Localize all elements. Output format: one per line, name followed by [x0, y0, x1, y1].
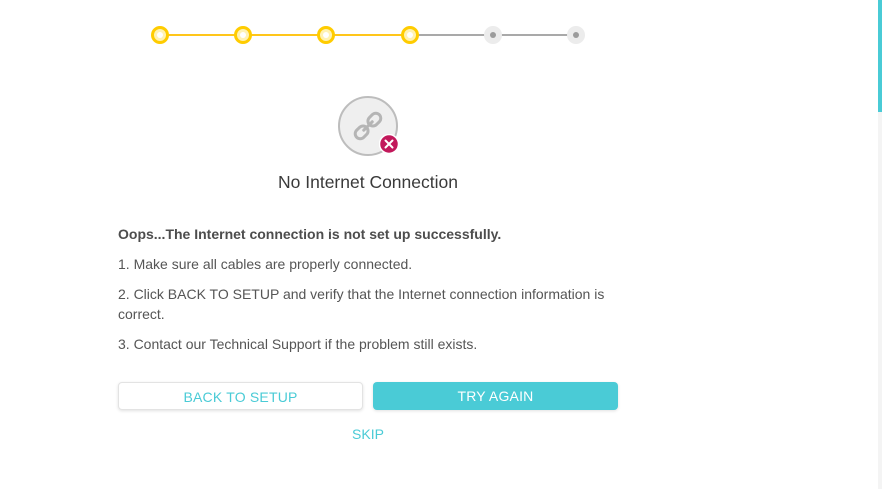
- scrollbar-thumb[interactable]: [878, 0, 882, 112]
- page: No Internet Connection Oops...The Intern…: [0, 0, 882, 489]
- close-icon: [379, 134, 399, 154]
- try-again-button[interactable]: TRY AGAIN: [373, 382, 618, 410]
- step-connector: [327, 34, 410, 36]
- progress-stepper: [150, 25, 586, 45]
- troubleshoot-step: 2. Click BACK TO SETUP and verify that t…: [118, 286, 605, 322]
- error-message: Oops...The Internet connection is not se…: [118, 224, 618, 364]
- step-6-pending: [567, 26, 585, 44]
- step-5-pending: [484, 26, 502, 44]
- step-connector: [160, 34, 243, 36]
- step-4-complete: [401, 26, 419, 44]
- step-connector: [494, 34, 577, 36]
- step-connector: [243, 34, 327, 36]
- skip-link[interactable]: SKIP: [318, 426, 418, 442]
- back-to-setup-button[interactable]: BACK TO SETUP: [118, 382, 363, 410]
- scrollbar[interactable]: [878, 0, 882, 489]
- status-title: No Internet Connection: [278, 172, 458, 192]
- step-1-complete: [151, 26, 169, 44]
- step-connector: [410, 34, 494, 36]
- step-2-complete: [234, 26, 252, 44]
- troubleshoot-step: 1. Make sure all cables are properly con…: [118, 256, 413, 272]
- troubleshoot-step: 3. Contact our Technical Support if the …: [118, 336, 478, 352]
- no-connection-status-icon: [338, 96, 399, 156]
- error-headline: Oops...The Internet connection is not se…: [118, 226, 502, 242]
- step-3-complete: [317, 26, 335, 44]
